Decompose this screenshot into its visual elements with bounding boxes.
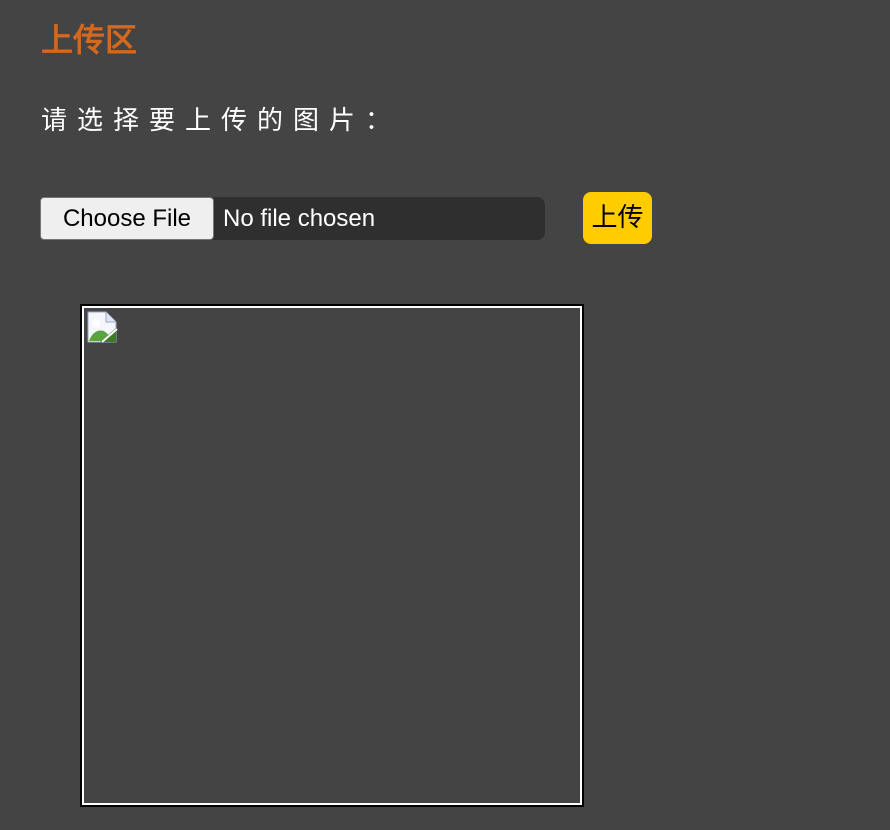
upload-button[interactable]: 上传 [583, 192, 652, 244]
broken-image-icon [87, 311, 118, 343]
image-preview-frame [80, 304, 584, 807]
upload-page: 上传区 请选择要上传的图片： Choose File No file chose… [0, 0, 890, 830]
select-image-prompt: 请选择要上传的图片： [41, 106, 402, 136]
page-title: 上传区 [41, 21, 138, 59]
choose-file-button[interactable]: Choose File [40, 197, 214, 240]
file-status-text: No file chosen [223, 205, 376, 232]
image-preview-border [82, 306, 582, 805]
